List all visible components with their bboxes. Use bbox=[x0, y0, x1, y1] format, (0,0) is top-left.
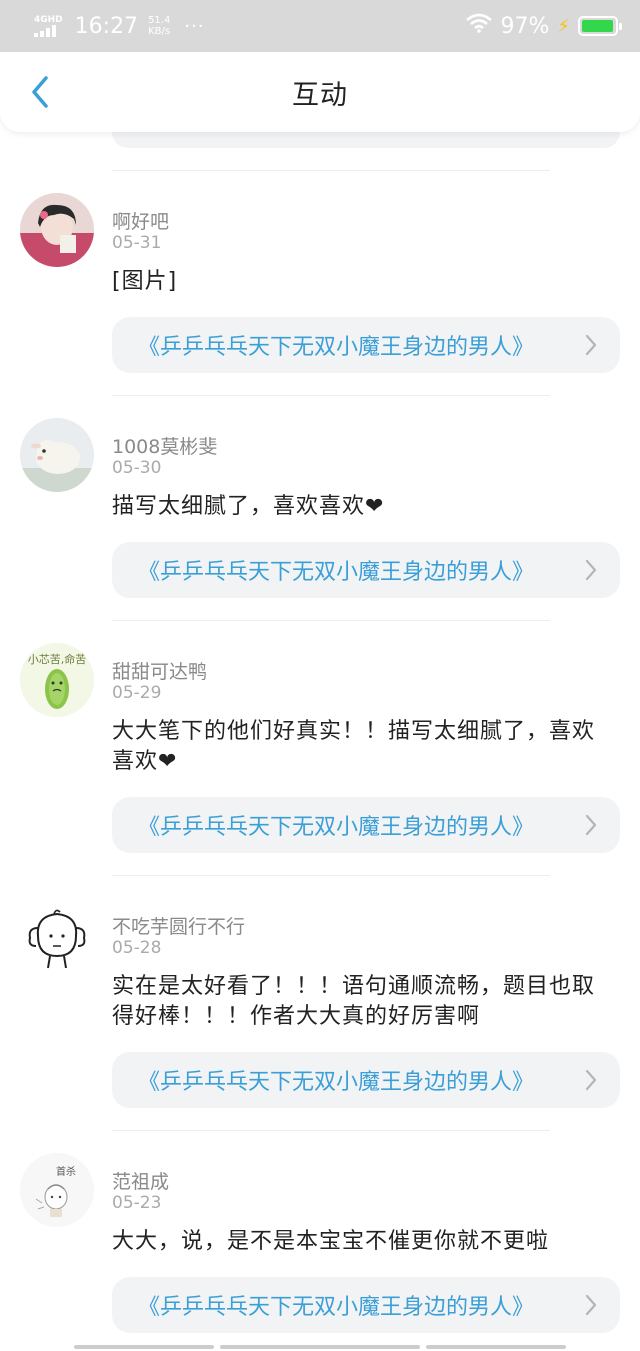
comment-date: 05-23 bbox=[112, 1193, 162, 1213]
cucumber-avatar-icon[interactable]: 小芯苦,命苦 bbox=[20, 643, 94, 717]
chevron-right-icon bbox=[585, 814, 597, 836]
signal-icon bbox=[34, 24, 56, 37]
user-name[interactable]: 范祖成 bbox=[112, 1167, 169, 1194]
comment-feed: 啊好吧 05-31 [图片] 《乒乒乓乓天下无双小魔王身边的男人》 1008莫彬… bbox=[0, 170, 640, 1351]
comment-date: 05-28 bbox=[112, 938, 162, 958]
user-name[interactable]: 1008莫彬斐 bbox=[112, 432, 217, 459]
more-notifications-icon: ··· bbox=[184, 15, 205, 37]
clock: 16:27 bbox=[74, 13, 139, 39]
speed-unit: KB/s bbox=[148, 26, 171, 37]
book-title: 《乒乒乓乓天下无双小魔王身边的男人》 bbox=[138, 1070, 535, 1095]
app-header: 互动 bbox=[0, 52, 640, 132]
status-bar: 4GHD 16:27 51.4 KB/s ··· 97% ⚡ bbox=[0, 0, 640, 52]
book-link[interactable]: 《乒乒乓乓天下无双小魔王身边的男人》 bbox=[112, 542, 620, 598]
book-link[interactable]: 《乒乒乓乓天下无双小魔王身边的男人》 bbox=[112, 797, 620, 853]
chevron-right-icon bbox=[585, 334, 597, 356]
book-title: 《乒乒乓乓天下无双小魔王身边的男人》 bbox=[138, 335, 535, 360]
user-name[interactable]: 甜甜可达鸭 bbox=[112, 657, 207, 684]
comment-text[interactable]: [图片] bbox=[112, 267, 612, 297]
comment-text[interactable]: 实在是太好看了！！！语句通顺流畅，题目也取得好棒！！！作者大大真的好厉害啊 bbox=[112, 972, 612, 1032]
network-type: 4GHD bbox=[34, 14, 63, 25]
battery-level bbox=[582, 20, 614, 32]
user-name[interactable]: 不吃芋圆行不行 bbox=[112, 912, 245, 939]
sheep-avatar-icon[interactable] bbox=[20, 418, 94, 492]
network-speed: 51.4 KB/s bbox=[148, 15, 170, 37]
charging-icon: ⚡ bbox=[557, 15, 570, 37]
comment-item: 1008莫彬斐 05-30 描写太细腻了，喜欢喜欢❤ 《乒乒乓乓天下无双小魔王身… bbox=[0, 396, 640, 620]
comment-text[interactable]: 大大，说，是不是本宝宝不催更你就不更啦 bbox=[112, 1227, 612, 1257]
book-link[interactable]: 《乒乒乓乓天下无双小魔王身边的男人》 bbox=[112, 1277, 620, 1333]
status-right: 97% ⚡ bbox=[466, 13, 622, 39]
user-avatar-photo-icon[interactable] bbox=[20, 193, 94, 267]
comment-text[interactable]: 描写太细腻了，喜欢喜欢❤ bbox=[112, 492, 612, 522]
wifi-icon bbox=[466, 13, 493, 39]
book-title: 《乒乒乓乓天下无双小魔王身边的男人》 bbox=[138, 1295, 535, 1320]
book-link[interactable]: 《乒乒乓乓天下无双小魔王身边的男人》 bbox=[112, 1052, 620, 1108]
back-button[interactable] bbox=[18, 70, 62, 114]
speed-value: 51.4 bbox=[148, 15, 171, 26]
status-left: 4GHD 16:27 51.4 KB/s ··· bbox=[34, 14, 205, 39]
avatar-handwriting: 首杀 bbox=[56, 1165, 76, 1178]
doodle-face-avatar-icon[interactable] bbox=[20, 898, 94, 972]
comment-text[interactable]: 大大笔下的他们好真实！！描写太细腻了，喜欢喜欢❤ bbox=[112, 717, 612, 777]
bottom-edge-hint bbox=[0, 1345, 640, 1351]
user-name[interactable]: 啊好吧 bbox=[112, 207, 169, 234]
page-title: 互动 bbox=[292, 79, 348, 111]
avatar-handwriting: 小芯苦,命苦 bbox=[28, 652, 87, 666]
comment-date: 05-30 bbox=[112, 458, 162, 478]
chevron-right-icon bbox=[585, 1069, 597, 1091]
book-title: 《乒乒乓乓天下无双小魔王身边的男人》 bbox=[138, 815, 535, 840]
network-indicator: 4GHD bbox=[34, 14, 63, 37]
battery-percent: 97% bbox=[500, 13, 550, 39]
chevron-left-icon bbox=[32, 76, 48, 108]
comment-item: 首杀 范祖成 05-23 大大，说，是不是本宝宝不催更你就不更啦 《乒乒乓乓天下… bbox=[0, 1131, 640, 1351]
book-title: 《乒乒乓乓天下无双小魔王身边的男人》 bbox=[138, 560, 535, 585]
sketch-avatar-icon[interactable]: 首杀 bbox=[20, 1153, 94, 1227]
comment-item: 不吃芋圆行不行 05-28 实在是太好看了！！！语句通顺流畅，题目也取得好棒！！… bbox=[0, 876, 640, 1130]
chevron-right-icon bbox=[585, 1294, 597, 1316]
book-link[interactable]: 《乒乒乓乓天下无双小魔王身边的男人》 bbox=[112, 317, 620, 373]
comment-item: 小芯苦,命苦 甜甜可达鸭 05-29 大大笔下的他们好真实！！描写太细腻了，喜欢… bbox=[0, 621, 640, 875]
chevron-right-icon bbox=[585, 559, 597, 581]
comment-item: 啊好吧 05-31 [图片] 《乒乒乓乓天下无双小魔王身边的男人》 bbox=[0, 171, 640, 395]
battery-icon bbox=[578, 16, 622, 36]
comment-date: 05-31 bbox=[112, 233, 162, 253]
comment-date: 05-29 bbox=[112, 683, 162, 703]
